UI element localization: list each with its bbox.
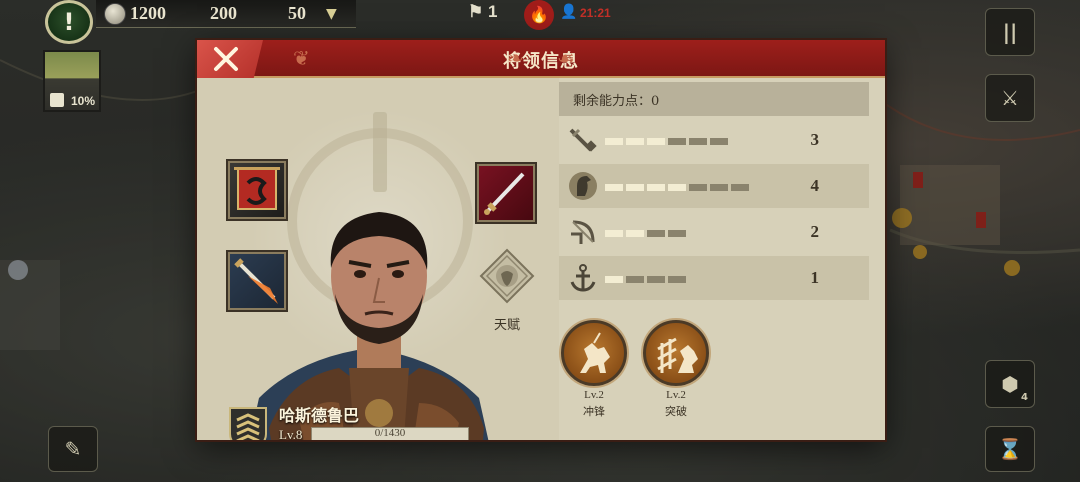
alert-button[interactable]: ! — [45, 0, 93, 44]
stat-segment — [689, 184, 707, 191]
stat-segment — [626, 276, 644, 283]
bow-icon — [571, 220, 595, 244]
hourglass-button[interactable]: ⌛ — [985, 426, 1035, 472]
stat-bar — [605, 184, 749, 191]
skill-name: 冲锋 — [583, 405, 605, 418]
stat-row-navy[interactable]: 1 — [559, 256, 869, 300]
stat-segment — [605, 230, 623, 237]
stat-segment — [626, 230, 644, 237]
stat-row-archery[interactable]: 2 — [559, 210, 869, 254]
hourglass-icon: ⌛ — [997, 437, 1023, 461]
skill-breakthrough[interactable] — [643, 320, 709, 386]
stat-segment — [731, 184, 749, 191]
stats-panel: 剩余能力点：0 3 4 2 1 Lv.2 冲锋 Lv.2 突破 — [559, 78, 885, 440]
scroll-icon: ✎ — [64, 437, 82, 461]
stat-segment — [647, 230, 665, 237]
crossed-swords-icon: ⚔ — [1001, 86, 1019, 110]
stat-segment — [605, 138, 623, 145]
stat-segment — [605, 184, 623, 191]
resource-third: 50 — [288, 3, 306, 23]
stat-segment — [710, 138, 728, 145]
general-name: 哈斯德鲁巴 — [279, 406, 360, 425]
horse-icon — [569, 172, 597, 200]
general-name-bar: 哈斯德鲁巴 Lv.8 0/1430 — [227, 406, 517, 440]
emblem-staff — [373, 112, 387, 192]
stat-bar — [605, 276, 686, 283]
timer-text: 21:21 — [580, 6, 611, 20]
flag-icon: ⚑ — [468, 2, 484, 21]
stat-segment — [626, 184, 644, 191]
stat-segment — [668, 230, 686, 237]
stat-segment — [668, 184, 686, 191]
pause-button[interactable]: || — [985, 8, 1035, 56]
remaining-points: 剩余能力点：0 — [559, 82, 869, 116]
stat-row-infantry[interactable]: 3 — [559, 118, 869, 162]
general-level: Lv.8 — [279, 427, 303, 440]
formation-count: 4 — [1021, 392, 1028, 403]
stat-segment — [668, 138, 686, 145]
stat-segment — [605, 276, 623, 283]
xp-bar: 0/1430 — [311, 427, 469, 440]
terrain-thumbnail[interactable]: 10% — [43, 50, 101, 112]
xp-text: 0/1430 — [374, 427, 406, 439]
turn-counter: ⚑ 1 — [468, 2, 497, 22]
formation-button[interactable]: ⬢ 4 — [985, 360, 1035, 408]
rank-badge-icon — [229, 407, 267, 440]
terrain-percent: 10% — [70, 94, 95, 108]
skill-name: 突破 — [665, 405, 687, 418]
stat-value: 4 — [810, 176, 820, 195]
coin-icon — [104, 3, 126, 25]
stat-segment — [710, 184, 728, 191]
person-icon: 👤 — [560, 4, 578, 20]
end-turn-button[interactable]: ⚔ — [985, 74, 1035, 122]
laurel-left-icon: ❧ — [507, 46, 524, 70]
skill-charge[interactable] — [561, 320, 627, 386]
resource-gold: 1200 — [130, 3, 166, 23]
stat-value: 1 — [810, 268, 820, 287]
breakthrough-icon — [657, 337, 698, 373]
turn-count: 1 — [487, 2, 498, 21]
cavalry-charge-icon — [580, 332, 610, 373]
general-portrait-panel: 天赋 哈斯德鲁巴 Lv.8 0/1430 — [197, 78, 559, 440]
stat-value: 3 — [810, 130, 820, 149]
resource-supply: 200 — [210, 3, 237, 23]
stat-row-cavalry[interactable]: 4 — [559, 164, 869, 208]
stat-bar — [605, 138, 728, 145]
stat-segment — [689, 138, 707, 145]
sword-icon — [569, 128, 597, 152]
skill-level: Lv.2 — [666, 389, 686, 401]
stat-segment — [647, 138, 665, 145]
hexagon-icon: ⬢ — [1001, 372, 1019, 396]
stat-bar — [605, 230, 686, 237]
pause-icon: || — [1002, 20, 1018, 44]
skill-level: Lv.2 — [584, 389, 604, 401]
stat-segment — [626, 138, 644, 145]
general-portrait — [249, 212, 489, 440]
stat-segment — [668, 276, 686, 283]
fire-icon[interactable]: 🔥 — [524, 0, 554, 30]
stat-value: 2 — [810, 222, 820, 241]
stat-segment — [647, 184, 665, 191]
stat-segment — [647, 276, 665, 283]
laurel-right-icon: ☙ — [557, 46, 575, 70]
general-info-dialog: ❦ 将领信息 ❧ ☙ 天赋 哈斯德鲁巴 Lv.8 0/1430 剩余能力点：0 … — [197, 40, 885, 440]
scroll-button[interactable]: ✎ — [48, 426, 98, 472]
anchor-icon — [570, 264, 596, 292]
dialog-header: ❦ 将领信息 ❧ ☙ — [197, 40, 885, 78]
chevron-down-icon[interactable]: ▼ — [326, 6, 337, 22]
dialog-title: 将领信息 — [503, 51, 579, 72]
